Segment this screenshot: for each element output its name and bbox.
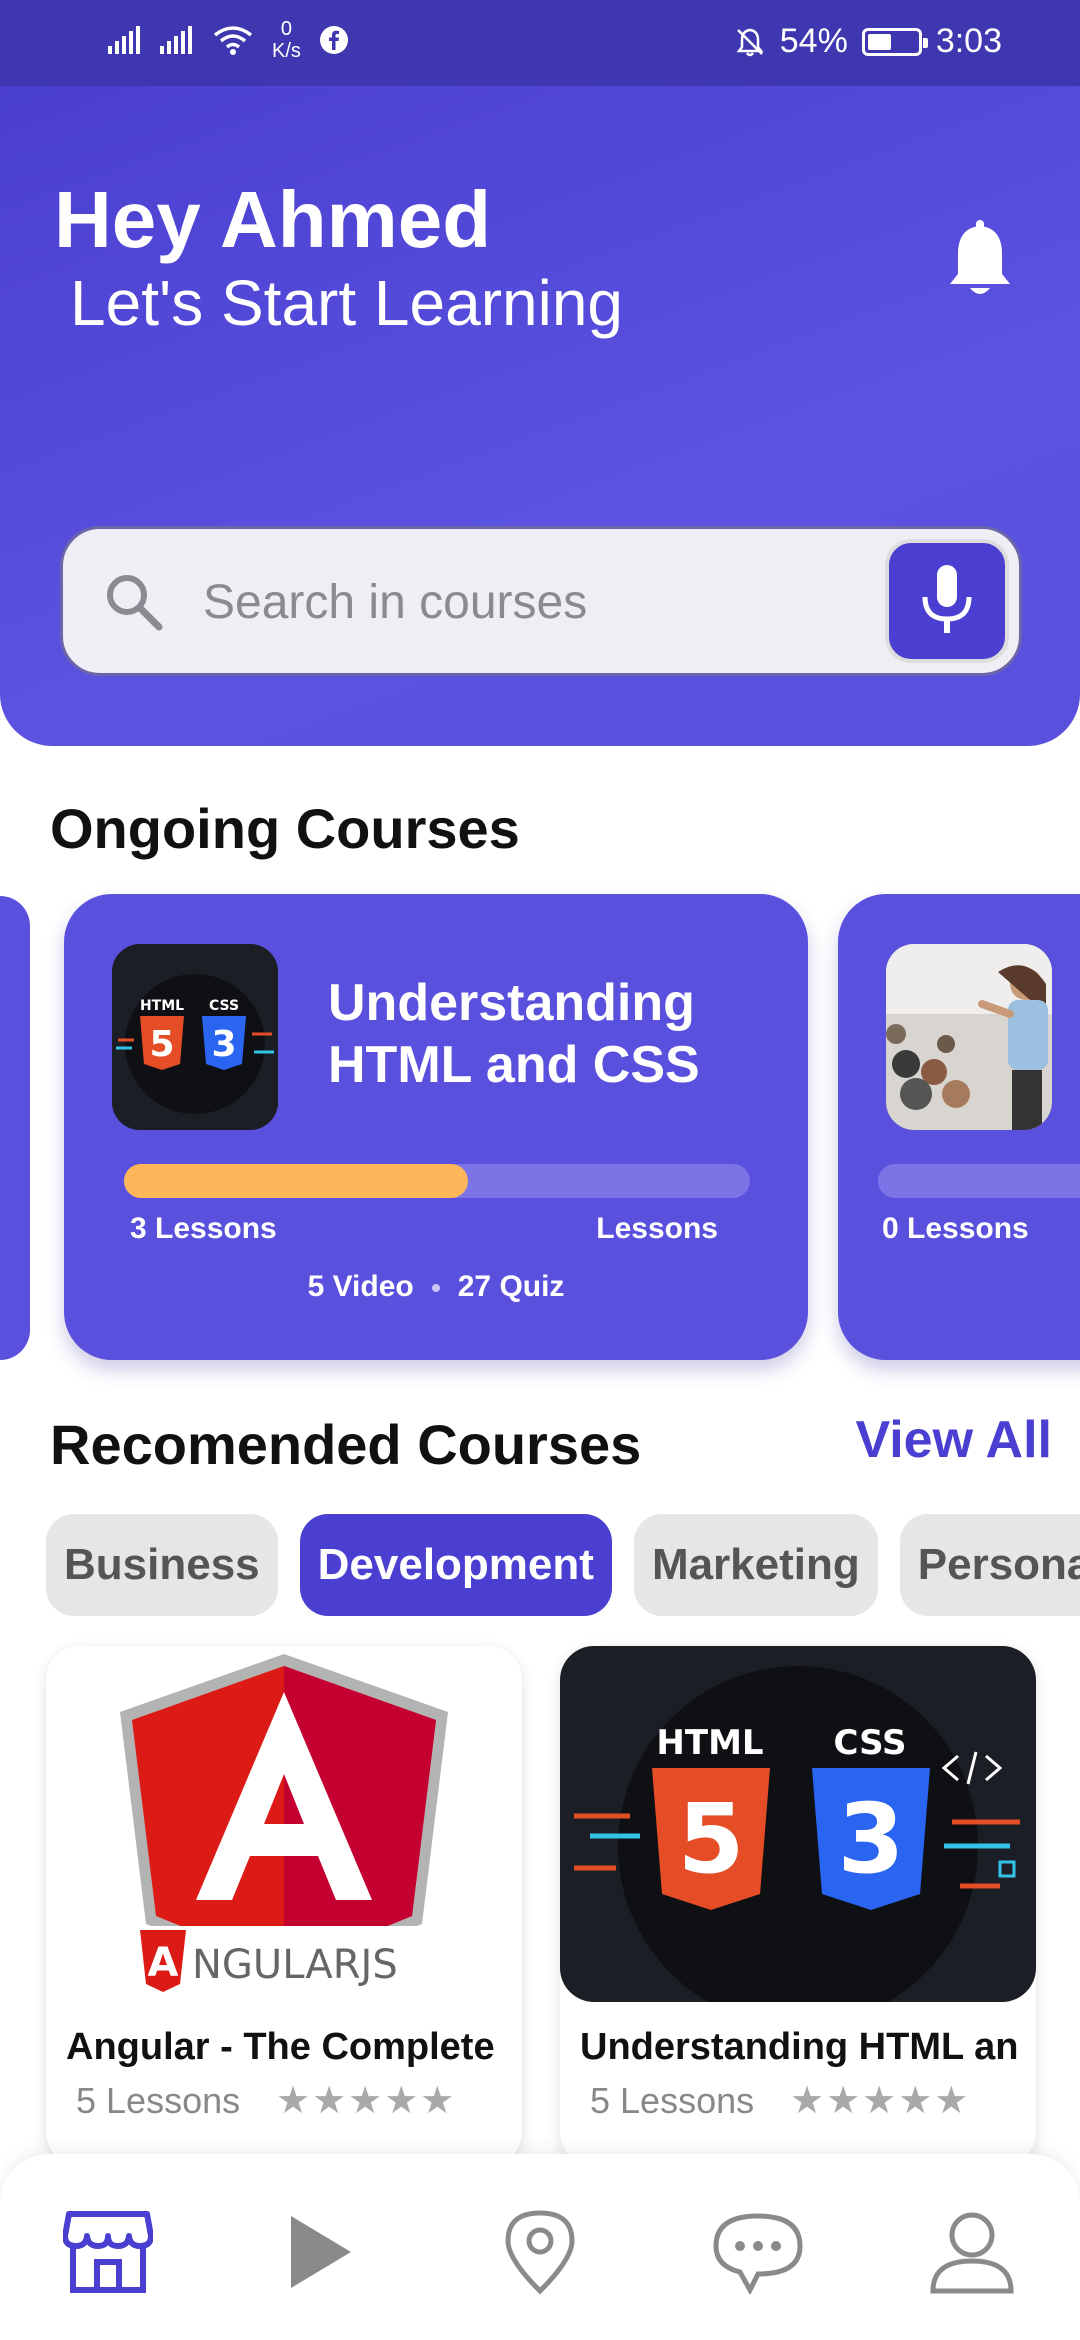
subtitle: Let's Start Learning <box>70 267 623 339</box>
html-css-logo-image: HTML CSS 5 3 <box>112 944 278 1130</box>
wifi-icon <box>213 26 253 55</box>
search-input[interactable] <box>203 567 803 637</box>
nav-videos[interactable] <box>270 2202 370 2302</box>
ongoing-course-title-line2: HTML and CSS <box>328 1036 700 1094</box>
category-chip-development[interactable]: Development <box>299 1514 612 1616</box>
lessons-total-label: Lessons <box>596 1212 718 1245</box>
angular-logo-image: A NGULARJS <box>46 1646 522 2002</box>
category-chip-marketing[interactable]: Marketing <box>633 1514 878 1616</box>
voice-search-button[interactable] <box>885 539 1009 663</box>
ongoing-course-title: Understanding HTML and CSS <box>328 972 778 1096</box>
facebook-icon <box>319 26 348 54</box>
bottom-navigation <box>0 2154 1080 2340</box>
nav-profile[interactable] <box>922 2202 1022 2302</box>
angular-logo-wordmark: NGULARJS <box>192 1942 398 1988</box>
thumb-html-label: HTML <box>140 998 184 1014</box>
html-logo-label: HTML <box>656 1723 763 1763</box>
thumb-css-label: CSS <box>209 998 239 1014</box>
play-icon <box>291 2216 351 2288</box>
html5-number: 5 <box>678 1783 745 1895</box>
ongoing-course-title-line1: Understanding <box>328 974 695 1032</box>
meta-separator-dot <box>431 1284 440 1293</box>
net-speed-value: 0 <box>280 18 293 40</box>
status-left: 0 K/s <box>108 18 349 62</box>
course-lessons: 5 Lessons <box>76 2080 241 2121</box>
lessons-done-label: 0 Lessons <box>882 1212 1029 1245</box>
quiz-count: 27 Quiz <box>457 1270 565 1303</box>
search-box <box>60 526 1022 676</box>
notification-bell-icon[interactable] <box>948 220 1012 300</box>
header: Hey Ahmed Let's Start Learning <box>0 86 1080 746</box>
signal-icon <box>160 26 192 54</box>
ongoing-course-card-next[interactable]: 0 Lessons <box>838 894 1080 1360</box>
app-screen: 0 K/s 54% 3:03 Hey Ahmed Let's Start Lea… <box>0 0 1080 2340</box>
view-all-link[interactable]: View All <box>855 1410 1052 1470</box>
course-progress-bar <box>124 1164 750 1198</box>
net-speed: 0 K/s <box>272 18 301 62</box>
video-count: 5 Video <box>307 1270 414 1303</box>
course-progress-bar <box>878 1164 1080 1198</box>
category-chips: Business Development Marketing Personal … <box>46 1514 1080 1616</box>
nav-messages[interactable] <box>708 2202 808 2302</box>
html-css-logo-image: HTML CSS 5 3 <box>560 1646 1036 2002</box>
angular-logo-letter: A <box>148 1940 179 1986</box>
recommended-courses-title: Recomended Courses <box>50 1413 642 1476</box>
clock: 3:03 <box>935 22 1002 60</box>
signal-icon <box>108 26 140 54</box>
store-icon <box>63 2211 153 2293</box>
ongoing-card-previous[interactable] <box>0 896 30 1360</box>
course-card-angular[interactable]: A NGULARJS Angular - The Complete ... 5 … <box>46 1646 522 2166</box>
category-chip-business[interactable]: Business <box>46 1514 278 1616</box>
course-title: Understanding HTML an... <box>580 2026 1020 2068</box>
ongoing-courses-title: Ongoing Courses <box>50 797 520 860</box>
microphone-icon <box>922 565 972 633</box>
thumb-html5-number: 5 <box>149 1024 174 1065</box>
course-title: Angular - The Complete ... <box>66 2026 506 2068</box>
course-progress-fill <box>124 1164 469 1198</box>
greeting: Hey Ahmed <box>54 175 492 264</box>
course-card-html-css[interactable]: HTML CSS 5 3 Understanding HTML an... 5 … <box>560 1646 1036 2166</box>
search-icon <box>107 575 163 631</box>
html-css-thumbnail: HTML CSS 5 3 <box>560 1646 1036 2002</box>
category-chip-personal-development[interactable]: Personal D <box>899 1514 1080 1616</box>
thumb-css3-number: 3 <box>211 1024 236 1065</box>
lessons-done-label: 3 Lessons <box>130 1212 277 1245</box>
battery-icon <box>861 27 928 56</box>
rating-stars: ★★★★★ <box>276 2080 457 2122</box>
course-meta: 5 Video 27 Quiz <box>64 1270 808 1304</box>
angular-thumbnail: A NGULARJS <box>46 1646 522 2002</box>
status-right: 54% 3:03 <box>734 22 1002 61</box>
course-lessons: 5 Lessons <box>590 2080 755 2121</box>
nav-map[interactable] <box>490 2202 590 2302</box>
battery-percent: 54% <box>779 22 848 60</box>
net-speed-unit: K/s <box>272 40 301 62</box>
battery-fill <box>867 33 891 50</box>
css3-number: 3 <box>838 1783 905 1895</box>
user-profile-icon <box>930 2212 1014 2294</box>
chat-bubble-icon <box>713 2213 803 2294</box>
course-thumbnail: HTML CSS 5 3 <box>112 944 278 1130</box>
rating-stars: ★★★★★ <box>790 2080 971 2122</box>
course-thumbnail-presenter <box>886 944 1052 1130</box>
ongoing-course-card[interactable]: HTML CSS 5 3 Understanding HTML and CSS … <box>64 894 808 1360</box>
css-logo-label: CSS <box>833 1723 906 1763</box>
status-bar: 0 K/s 54% 3:03 <box>0 0 1080 86</box>
location-pin-icon <box>505 2210 575 2295</box>
nav-store[interactable] <box>58 2202 158 2302</box>
mute-bell-icon <box>736 28 764 56</box>
presenter-photo-image <box>886 944 1052 1130</box>
